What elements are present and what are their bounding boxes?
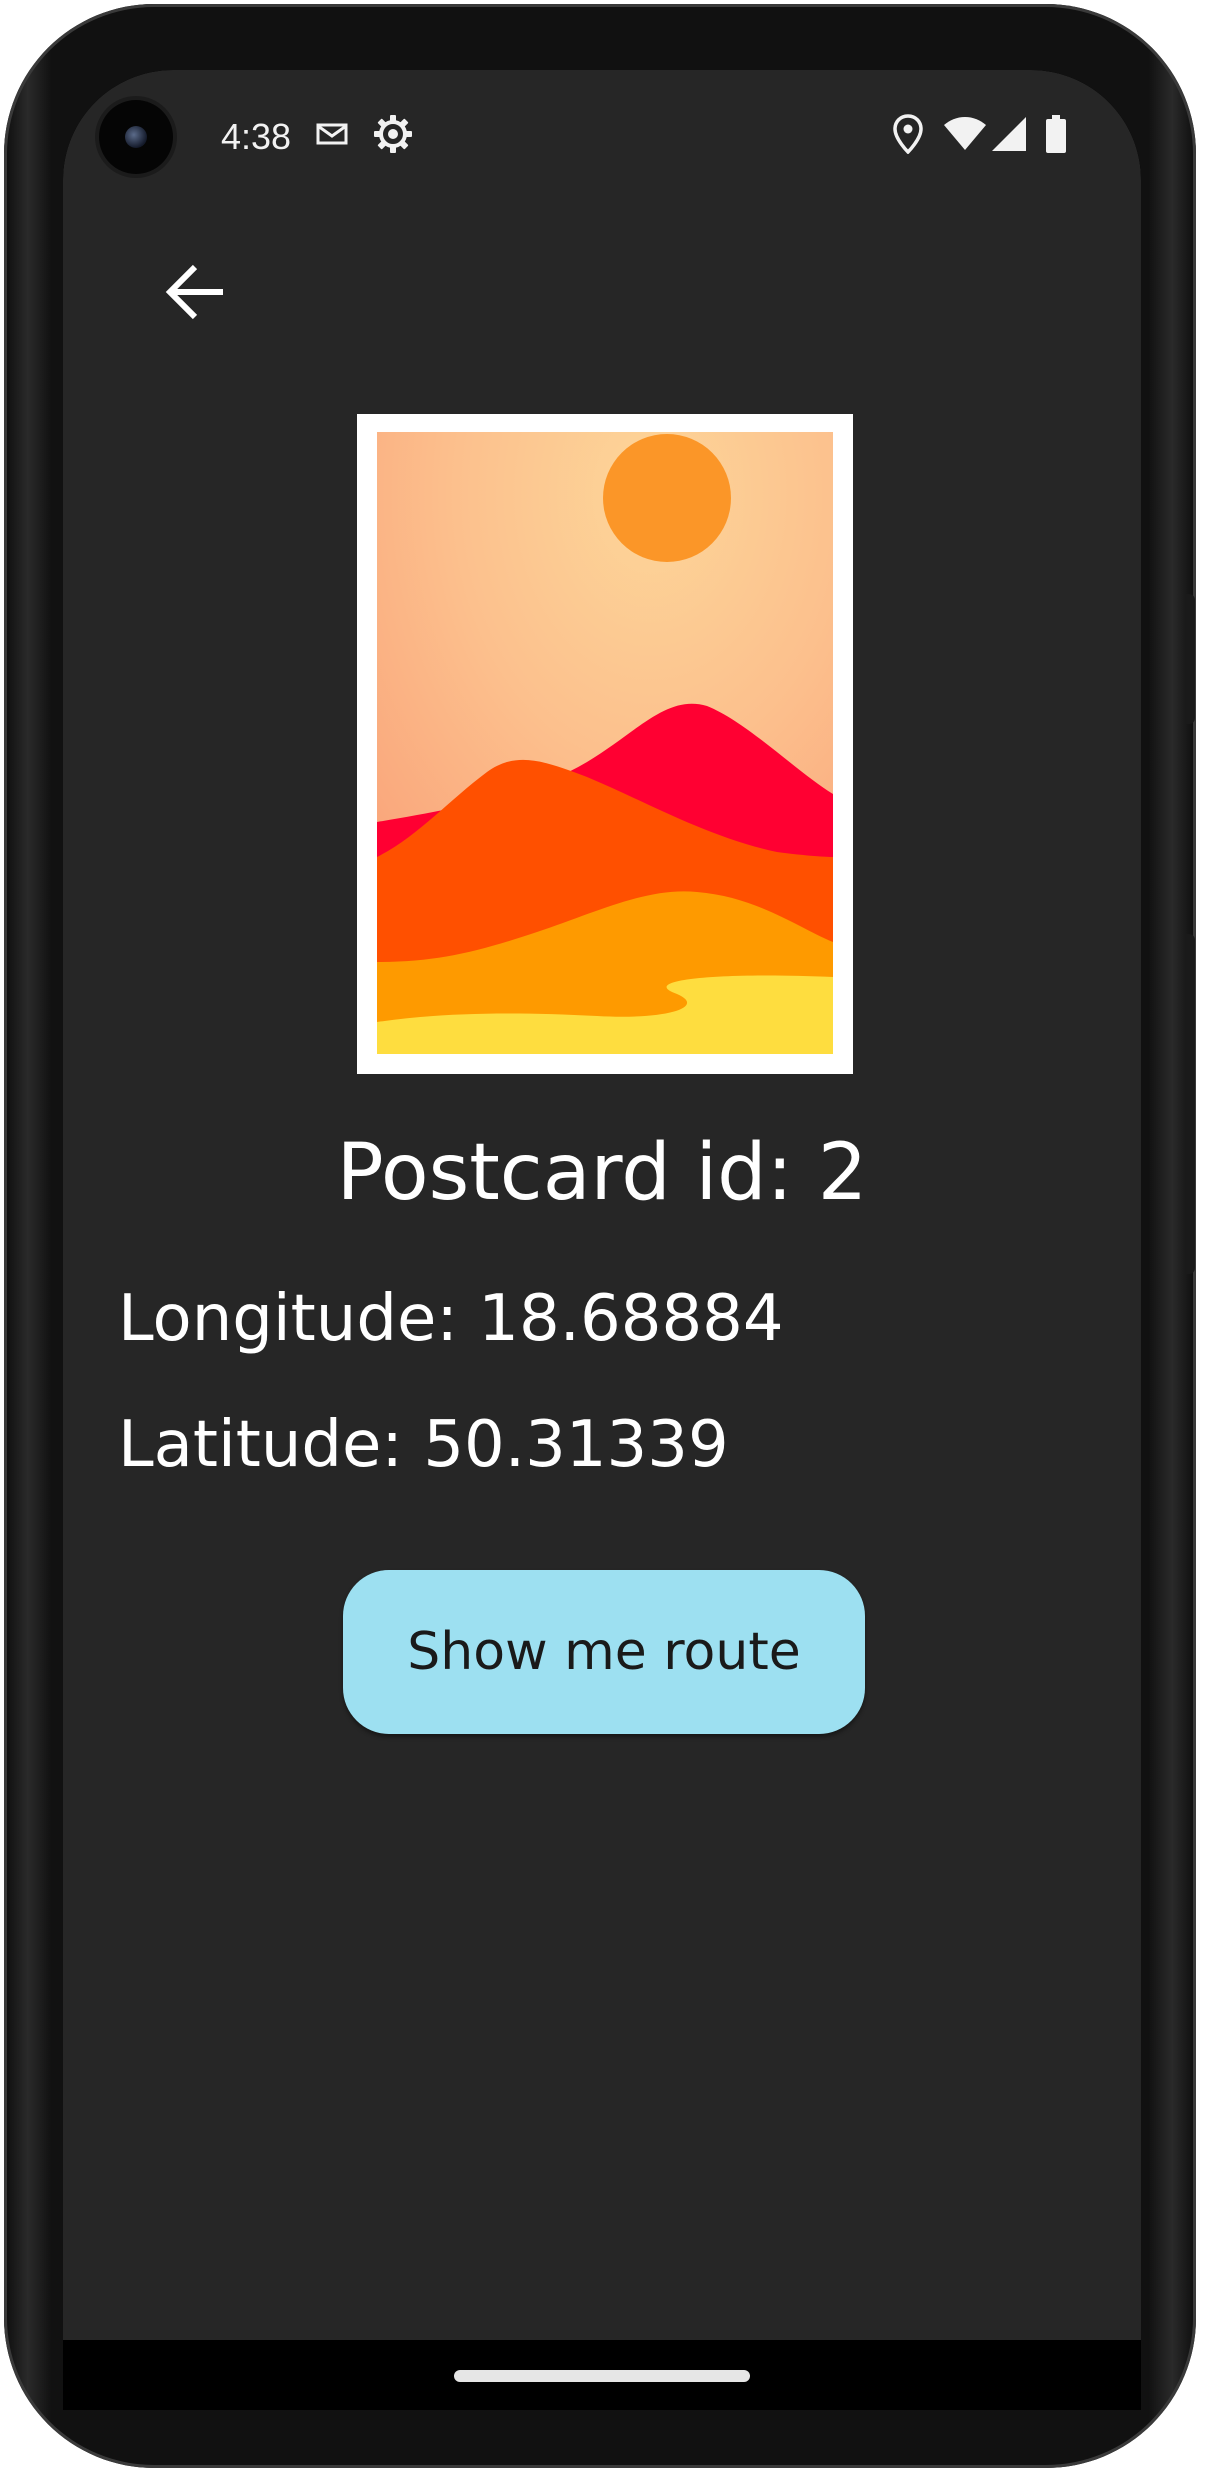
latitude-text: Latitude: 50.31339: [118, 1408, 729, 1482]
arrow-back-icon: [165, 264, 225, 324]
volume-button: [1185, 934, 1195, 1274]
back-button[interactable]: [145, 244, 245, 344]
landscape-illustration-icon: [377, 432, 833, 1054]
front-camera: [99, 100, 173, 174]
power-button: [1185, 594, 1195, 724]
status-bar: 4:38: [63, 70, 1141, 200]
longitude-text: Longitude: 18.68884: [118, 1282, 784, 1356]
device-screen: 4:38 Postcard id: 2 Longitude: 18.68884 …: [63, 70, 1141, 2410]
postcard-image: [357, 414, 853, 1074]
settings-gear-icon: [373, 112, 413, 156]
status-time: 4:38: [221, 116, 292, 157]
mail-icon: [316, 112, 348, 156]
home-indicator[interactable]: [454, 2370, 750, 2382]
cellular-signal-icon: [991, 112, 1027, 156]
battery-icon: [1045, 112, 1067, 156]
postcard-detail-screen: 4:38 Postcard id: 2 Longitude: 18.68884 …: [63, 70, 1141, 2340]
phone-frame: 4:38 Postcard id: 2 Longitude: 18.68884 …: [4, 4, 1196, 2468]
postcard-title: Postcard id: 2: [336, 1128, 868, 1218]
wifi-icon: [943, 112, 987, 156]
location-icon: [893, 112, 923, 156]
show-route-button[interactable]: Show me route: [343, 1570, 865, 1734]
